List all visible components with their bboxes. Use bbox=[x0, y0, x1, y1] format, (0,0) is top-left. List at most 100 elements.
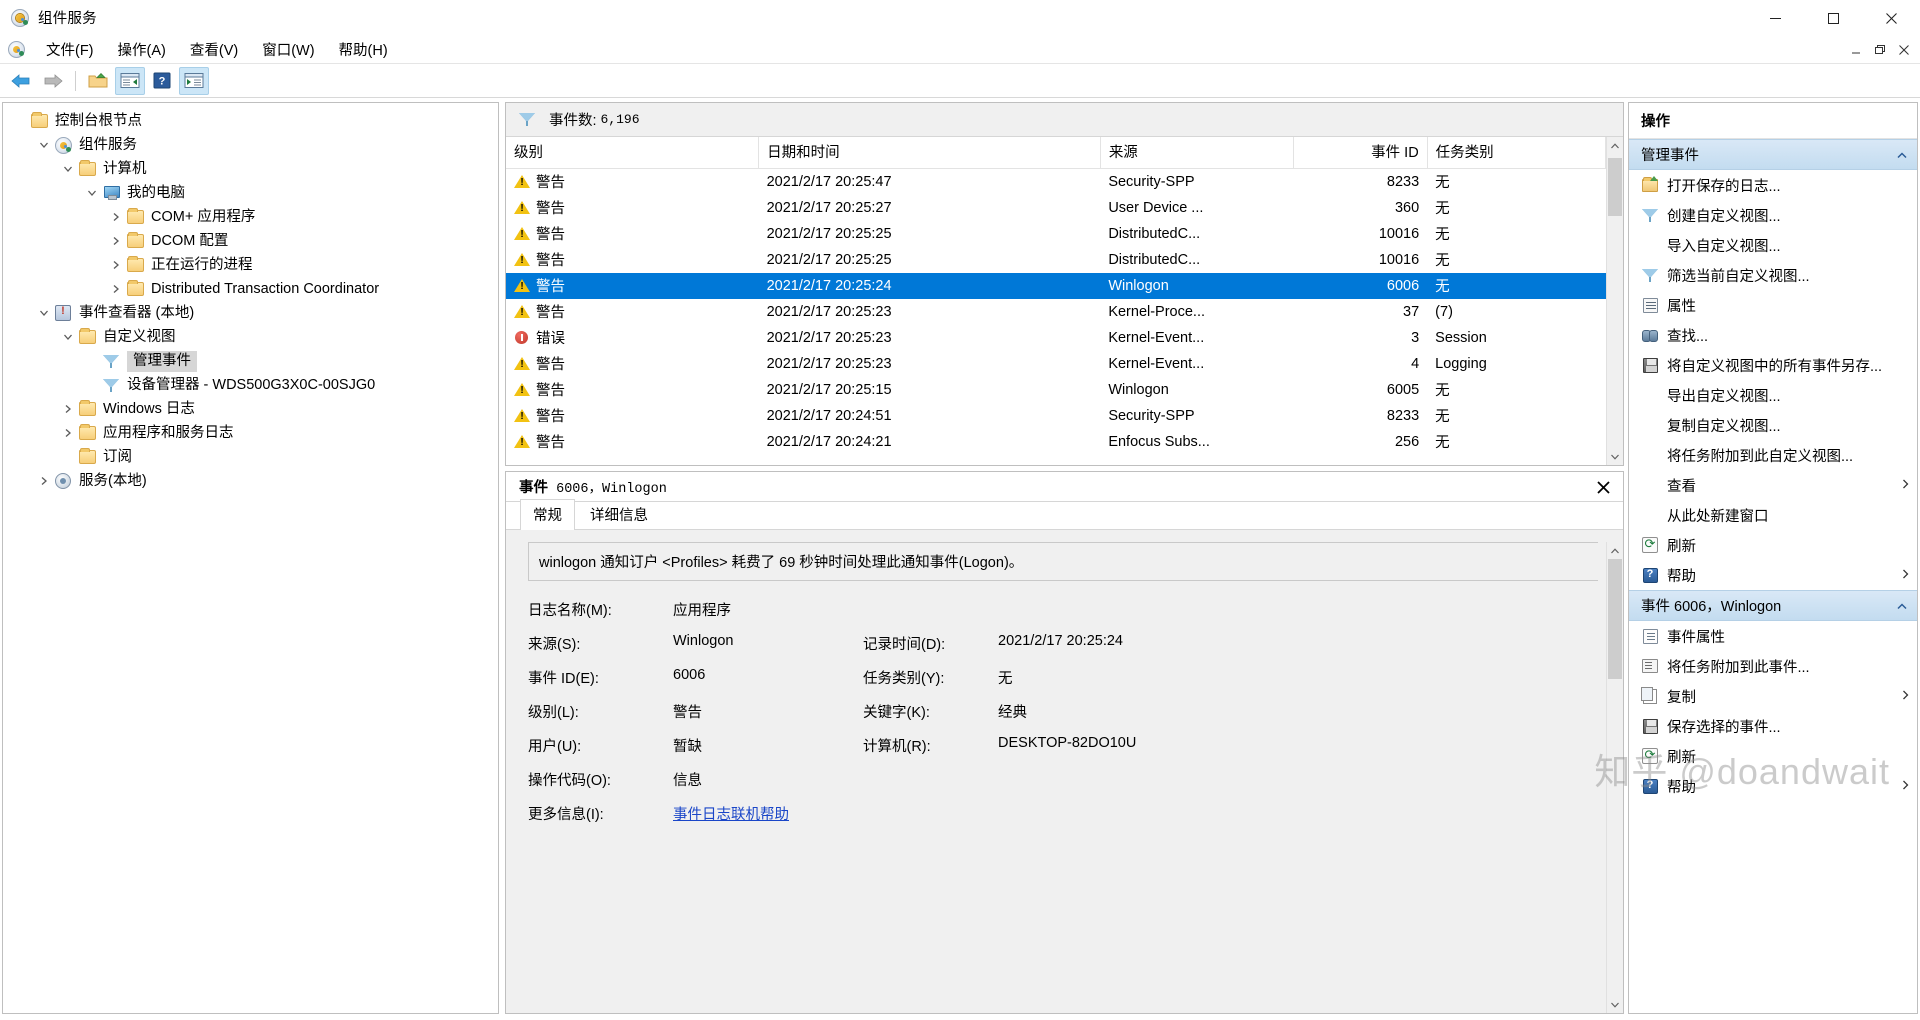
action-help-2[interactable]: 帮助 bbox=[1629, 771, 1917, 801]
chevron-right-icon[interactable] bbox=[59, 399, 77, 419]
tree-item-14[interactable]: 订阅 bbox=[3, 445, 498, 469]
minimize-icon[interactable] bbox=[1746, 0, 1804, 36]
column-event-id[interactable]: 事件 ID bbox=[1293, 137, 1428, 169]
chevron-down-icon[interactable] bbox=[59, 327, 77, 347]
back-arrow-icon[interactable] bbox=[6, 67, 36, 95]
action-view[interactable]: 查看 bbox=[1629, 470, 1917, 500]
action-help[interactable]: 帮助 bbox=[1629, 560, 1917, 590]
tree-item-10[interactable]: 管理事件 bbox=[3, 349, 498, 373]
tree-item-6[interactable]: 正在运行的进程 bbox=[3, 253, 498, 277]
action-properties[interactable]: 属性 bbox=[1629, 290, 1917, 320]
menu-help[interactable]: 帮助(H) bbox=[327, 35, 400, 64]
menu-view[interactable]: 查看(V) bbox=[178, 35, 250, 64]
maximize-icon[interactable] bbox=[1804, 0, 1862, 36]
close-icon[interactable] bbox=[1862, 0, 1920, 36]
mdi-minimize-icon[interactable] bbox=[1844, 38, 1868, 62]
chevron-right-icon[interactable] bbox=[35, 471, 53, 491]
tree-item-7[interactable]: Distributed Transaction Coordinator bbox=[3, 277, 498, 301]
action-save-selected-events[interactable]: 保存选择的事件... bbox=[1629, 711, 1917, 741]
detail-scroll-thumb[interactable] bbox=[1608, 559, 1622, 679]
tree-item-13[interactable]: 应用程序和服务日志 bbox=[3, 421, 498, 445]
mdi-restore-icon[interactable] bbox=[1868, 38, 1892, 62]
action-pane-icon[interactable] bbox=[179, 66, 209, 95]
tree-pane-icon[interactable] bbox=[115, 66, 145, 95]
forward-arrow-icon[interactable] bbox=[38, 67, 68, 95]
field-value-link[interactable]: 事件日志联机帮助 bbox=[673, 803, 863, 824]
table-row[interactable]: 错误 2021/2/17 20:25:23 Kernel-Event... 3 Sess… bbox=[506, 325, 1606, 351]
column-task-category[interactable]: 任务类别 bbox=[1427, 137, 1606, 169]
chevron-right-icon[interactable] bbox=[107, 231, 125, 251]
actions-group-event-6006-header[interactable]: 事件 6006，Winlogon bbox=[1629, 590, 1917, 621]
console-tree-pane[interactable]: 控制台根节点 组件服务 计算机 我的电脑 COM+ 应用程序 DCOM 配置 正在运行的进程… bbox=[2, 102, 499, 1014]
action-new-window-from-here[interactable]: 从此处新建窗口 bbox=[1629, 500, 1917, 530]
tree-item-5[interactable]: DCOM 配置 bbox=[3, 229, 498, 253]
close-icon[interactable] bbox=[1591, 475, 1615, 499]
menu-action[interactable]: 操作(A) bbox=[106, 35, 178, 64]
chevron-down-icon[interactable] bbox=[35, 303, 53, 323]
tab-details[interactable]: 详细信息 bbox=[577, 499, 661, 530]
scroll-up-icon[interactable] bbox=[1607, 137, 1623, 154]
table-row[interactable]: 警告 2021/2/17 20:25:27 User Device ... 360 无 bbox=[506, 195, 1606, 221]
event-detail-scrollbar[interactable] bbox=[1606, 542, 1623, 1013]
action-attach-task-to-event[interactable]: 将任务附加到此事件... bbox=[1629, 651, 1917, 681]
detail-scroll-up-icon[interactable] bbox=[1607, 542, 1623, 559]
action-save-all-events[interactable]: 将自定义视图中的所有事件另存... bbox=[1629, 350, 1917, 380]
table-row[interactable]: 警告 2021/2/17 20:25:23 Kernel-Event... 4 Logg… bbox=[506, 351, 1606, 377]
action-copy[interactable]: 复制 bbox=[1629, 681, 1917, 711]
action-event-properties[interactable]: 事件属性 bbox=[1629, 621, 1917, 651]
tab-general[interactable]: 常规 bbox=[520, 499, 575, 530]
table-row[interactable]: 警告 2021/2/17 20:25:25 DistributedC... 10016… bbox=[506, 221, 1606, 247]
actions-group-manage-events-header[interactable]: 管理事件 bbox=[1629, 139, 1917, 170]
tree-item-11[interactable]: 设备管理器 - WDS500G3X0C-00SJG0 bbox=[3, 373, 498, 397]
action-filter-current-custom-view[interactable]: 筛选当前自定义视图... bbox=[1629, 260, 1917, 290]
table-row[interactable]: 警告 2021/2/17 20:25:15 Winlogon 6005 无 bbox=[506, 377, 1606, 403]
action-attach-task-to-view[interactable]: 将任务附加到此自定义视图... bbox=[1629, 440, 1917, 470]
table-row[interactable]: 警告 2021/2/17 20:25:25 DistributedC... 10016… bbox=[506, 247, 1606, 273]
tree-item-8[interactable]: 事件查看器 (本地) bbox=[3, 301, 498, 325]
column-source[interactable]: 来源 bbox=[1100, 137, 1294, 169]
chevron-right-icon[interactable] bbox=[107, 255, 125, 275]
tree-item-15[interactable]: 服务(本地) bbox=[3, 469, 498, 493]
chevron-right-icon[interactable] bbox=[59, 423, 77, 443]
chevron-right-icon[interactable] bbox=[107, 207, 125, 227]
tree-item-9[interactable]: 自定义视图 bbox=[3, 325, 498, 349]
chevron-right-icon[interactable] bbox=[107, 279, 125, 299]
event-list-scrollbar[interactable] bbox=[1606, 137, 1623, 465]
tree-item-12[interactable]: Windows 日志 bbox=[3, 397, 498, 421]
tree-item-4[interactable]: COM+ 应用程序 bbox=[3, 205, 498, 229]
action-export-custom-view[interactable]: 导出自定义视图... bbox=[1629, 380, 1917, 410]
action-import-custom-view[interactable]: 导入自定义视图... bbox=[1629, 230, 1917, 260]
chevron-up-icon[interactable] bbox=[1897, 147, 1907, 163]
action-open-saved-log[interactable]: 打开保存的日志... bbox=[1629, 170, 1917, 200]
action-find[interactable]: 查找... bbox=[1629, 320, 1917, 350]
table-row[interactable]: 警告 2021/2/17 20:25:23 Kernel-Proce... 37 (7) bbox=[506, 299, 1606, 325]
tree-item-0[interactable]: 控制台根节点 bbox=[3, 109, 498, 133]
chevron-down-icon[interactable] bbox=[35, 135, 53, 155]
chevron-down-icon[interactable] bbox=[59, 159, 77, 179]
action-refresh[interactable]: 刷新 bbox=[1629, 530, 1917, 560]
event-grid[interactable]: 级别日期和时间来源事件 ID任务类别 警告 2021/2/17 20:25:47 S… bbox=[506, 137, 1606, 465]
menu-file[interactable]: 文件(F) bbox=[34, 35, 106, 64]
action-refresh-2[interactable]: 刷新 bbox=[1629, 741, 1917, 771]
scroll-down-icon[interactable] bbox=[1607, 448, 1623, 465]
chevron-down-icon[interactable] bbox=[83, 183, 101, 203]
tree-item-2[interactable]: 计算机 bbox=[3, 157, 498, 181]
menu-window[interactable]: 窗口(W) bbox=[250, 35, 326, 64]
tree-item-1[interactable]: 组件服务 bbox=[3, 133, 498, 157]
table-row[interactable]: 警告 2021/2/17 20:24:21 Enfocus Subs... 256 无 bbox=[506, 429, 1606, 455]
chevron-up-icon[interactable] bbox=[1897, 598, 1907, 614]
detail-scroll-down-icon[interactable] bbox=[1607, 996, 1623, 1013]
detail-scroll-track[interactable] bbox=[1607, 559, 1623, 996]
table-row[interactable]: 警告 2021/2/17 20:25:24Winlogon6006无 bbox=[506, 272, 1606, 299]
scroll-thumb[interactable] bbox=[1608, 158, 1622, 216]
up-folder-icon[interactable] bbox=[83, 67, 113, 95]
tree-item-3[interactable]: 我的电脑 bbox=[3, 181, 498, 205]
column-datetime[interactable]: 日期和时间 bbox=[758, 137, 1101, 169]
table-row[interactable]: 警告 2021/2/17 20:25:47 Security-SPP 8233 无 bbox=[506, 169, 1606, 195]
help-icon[interactable]: ? bbox=[147, 67, 177, 95]
table-row[interactable]: 警告 2021/2/17 20:24:51 Security-SPP 8233 无 bbox=[506, 403, 1606, 429]
column-level[interactable]: 级别 bbox=[506, 137, 760, 169]
scroll-track[interactable] bbox=[1607, 154, 1623, 448]
action-create-custom-view[interactable]: 创建自定义视图... bbox=[1629, 200, 1917, 230]
action-copy-custom-view[interactable]: 复制自定义视图... bbox=[1629, 410, 1917, 440]
